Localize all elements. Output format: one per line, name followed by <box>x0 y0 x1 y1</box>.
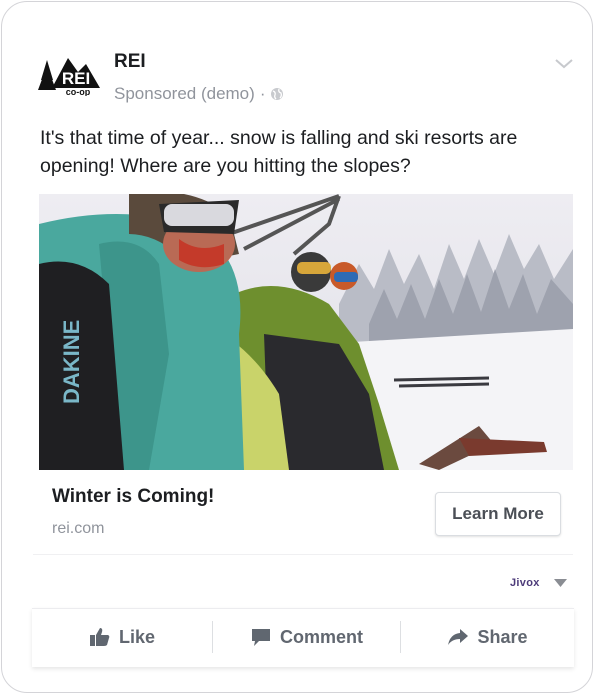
learn-more-button[interactable]: Learn More <box>435 492 561 536</box>
sponsored-line: Sponsored (demo) · <box>114 84 284 104</box>
comment-button[interactable]: Comment <box>213 609 400 665</box>
rei-logo-icon[interactable]: REI co-op <box>38 52 102 96</box>
divider <box>33 554 573 555</box>
comment-icon <box>251 629 270 646</box>
share-icon <box>448 629 469 645</box>
caret-down-icon[interactable] <box>554 579 567 587</box>
like-button[interactable]: Like <box>32 609 212 665</box>
globe-icon <box>271 88 284 100</box>
share-label: Share <box>477 626 528 647</box>
attribution-label[interactable]: Jivox <box>510 577 540 589</box>
link-headline[interactable]: Winter is Coming! <box>52 486 214 508</box>
post-text: It's that time of year... snow is fallin… <box>40 127 518 177</box>
page-name[interactable]: REI <box>114 51 146 73</box>
jacket-logo-text: DAKINE <box>59 320 84 404</box>
link-domain: rei.com <box>52 520 105 537</box>
chevron-down-icon[interactable] <box>554 58 574 70</box>
share-button[interactable]: Share <box>401 609 574 665</box>
ad-card: REI co-op REI Sponsored (demo) · It's th… <box>1 1 593 693</box>
action-bar: Like Comment Share <box>32 608 574 667</box>
logo-subtext: co-op <box>66 87 91 96</box>
like-label: Like <box>118 626 156 647</box>
sponsored-label: Sponsored (demo) <box>114 84 255 103</box>
comment-label: Comment <box>279 626 363 647</box>
thumbs-up-icon <box>89 628 110 646</box>
logo-wordmark: REI <box>62 69 90 88</box>
link-preview[interactable]: Winter is Coming! rei.com Learn More <box>39 470 573 554</box>
sponsored-separator: · <box>259 84 266 103</box>
ad-image[interactable]: DAKINE <box>39 194 573 470</box>
